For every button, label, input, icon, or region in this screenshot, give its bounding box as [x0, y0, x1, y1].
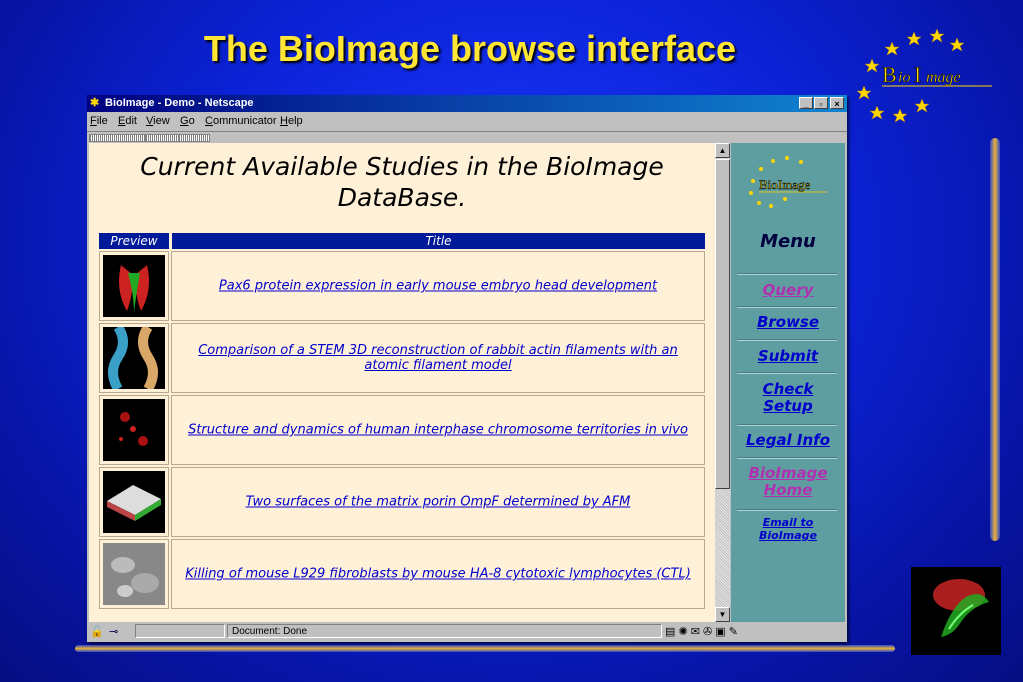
menu-link-browse[interactable]: Browse	[731, 314, 845, 331]
status-text: Document: Done	[227, 624, 662, 638]
menu-link-email[interactable]: Email to BioImage	[758, 516, 818, 542]
security-lock-icon[interactable]: 🔓	[90, 625, 104, 638]
menu-edit[interactable]: Edit	[118, 115, 137, 127]
status-bar: 🔓 ⊸ Document: Done ▤ ✺ ✉ ✇ ▣ ✎	[87, 623, 847, 640]
preview-thumbnail[interactable]	[103, 543, 165, 605]
svg-text:I: I	[914, 62, 921, 87]
preview-thumbnail[interactable]	[103, 327, 165, 389]
corner-preview-image	[911, 567, 1001, 655]
menu-go[interactable]: Go	[180, 115, 195, 127]
toolbar-grip[interactable]	[89, 134, 146, 142]
main-content-frame: Current Available Studies in the BioImag…	[89, 143, 715, 622]
menu-divider	[737, 306, 837, 308]
menu-bioimage-logo[interactable]: BioImage	[741, 151, 831, 211]
menu-divider	[737, 424, 837, 426]
menu-title: Menu	[760, 231, 816, 252]
page-heading: Current Available Studies in the BioImag…	[140, 152, 664, 212]
menu-divider	[737, 457, 837, 459]
scrollbar-thumb[interactable]	[715, 159, 730, 489]
netscape-window: ✱ BioImage - Demo - Netscape _ ▫ × File …	[87, 95, 847, 642]
menu-view[interactable]: View	[146, 115, 170, 127]
toolbar-grip[interactable]	[145, 134, 179, 142]
menu-bar: File Edit View Go Communicator Help	[87, 112, 847, 129]
bioimage-logo: B io I mage	[856, 28, 992, 123]
preview-thumbnail[interactable]	[103, 471, 165, 533]
decorative-vertical-bar	[990, 138, 1000, 541]
preview-cell[interactable]	[99, 323, 169, 393]
menu-frame: BioImage Menu Query Browse Submit Check …	[731, 143, 845, 622]
menu-file[interactable]: File	[90, 115, 108, 127]
svg-text:io: io	[898, 69, 910, 86]
column-header-title: Title	[172, 233, 705, 249]
svg-text:B: B	[882, 62, 897, 87]
study-link[interactable]: Structure and dynamics of human interpha…	[176, 423, 700, 438]
menu-link-bioimage-home[interactable]: BioImage Home	[738, 465, 838, 499]
preview-thumbnail[interactable]	[103, 399, 165, 461]
minimize-button[interactable]: _	[799, 97, 813, 109]
preview-cell[interactable]	[99, 467, 169, 537]
preview-thumbnail[interactable]	[103, 255, 165, 317]
connection-icon[interactable]: ⊸	[109, 625, 118, 638]
table-row: Structure and dynamics of human interpha…	[99, 395, 705, 465]
component-bar-icons[interactable]: ▤ ✺ ✉ ✇ ▣ ✎	[665, 625, 738, 638]
menu-divider	[737, 339, 837, 341]
toolbar-grip[interactable]	[178, 134, 210, 142]
menu-divider	[737, 273, 837, 275]
table-row: Two surfaces of the matrix porin OmpF de…	[99, 467, 705, 537]
decorative-horizontal-bar	[75, 645, 895, 652]
menu-link-query[interactable]: Query	[731, 282, 845, 299]
menu-link-submit[interactable]: Submit	[731, 348, 845, 365]
preview-cell[interactable]	[99, 395, 169, 465]
menu-help[interactable]: Help	[280, 115, 303, 127]
scroll-down-button[interactable]: ▼	[715, 607, 730, 622]
close-button[interactable]: ×	[830, 97, 844, 109]
netscape-icon: ✱	[90, 97, 100, 109]
menu-divider	[737, 372, 837, 374]
progress-box	[135, 624, 225, 638]
window-title: BioImage - Demo - Netscape	[105, 97, 254, 109]
preview-cell[interactable]	[99, 251, 169, 321]
study-link[interactable]: Pax6 protein expression in early mouse e…	[176, 279, 700, 294]
content-scrollbar[interactable]: ▲ ▼	[715, 143, 730, 622]
study-link[interactable]: Two surfaces of the matrix porin OmpF de…	[176, 495, 700, 510]
svg-text:mage: mage	[926, 69, 961, 86]
scroll-up-button[interactable]: ▲	[715, 143, 730, 158]
maximize-button[interactable]: ▫	[814, 97, 828, 109]
menu-link-legal-info[interactable]: Legal Info	[731, 432, 845, 449]
study-link[interactable]: Comparison of a STEM 3D reconstruction o…	[176, 343, 700, 373]
slide-title: The BioImage browse interface	[203, 28, 737, 69]
preview-cell[interactable]	[99, 539, 169, 609]
table-row: Pax6 protein expression in early mouse e…	[99, 251, 705, 321]
menu-link-check-setup[interactable]: Check Setup	[758, 381, 818, 415]
column-header-preview: Preview	[99, 233, 169, 249]
menu-divider	[737, 509, 837, 511]
svg-text:BioImage: BioImage	[759, 177, 810, 192]
collapsed-toolbars	[87, 131, 847, 142]
window-titlebar[interactable]: ✱ BioImage - Demo - Netscape _ ▫ ×	[87, 95, 847, 112]
menu-communicator[interactable]: Communicator	[205, 115, 277, 127]
table-row: Killing of mouse L929 fibroblasts by mou…	[99, 539, 705, 609]
table-row: Comparison of a STEM 3D reconstruction o…	[99, 323, 705, 393]
study-link[interactable]: Killing of mouse L929 fibroblasts by mou…	[176, 567, 700, 582]
